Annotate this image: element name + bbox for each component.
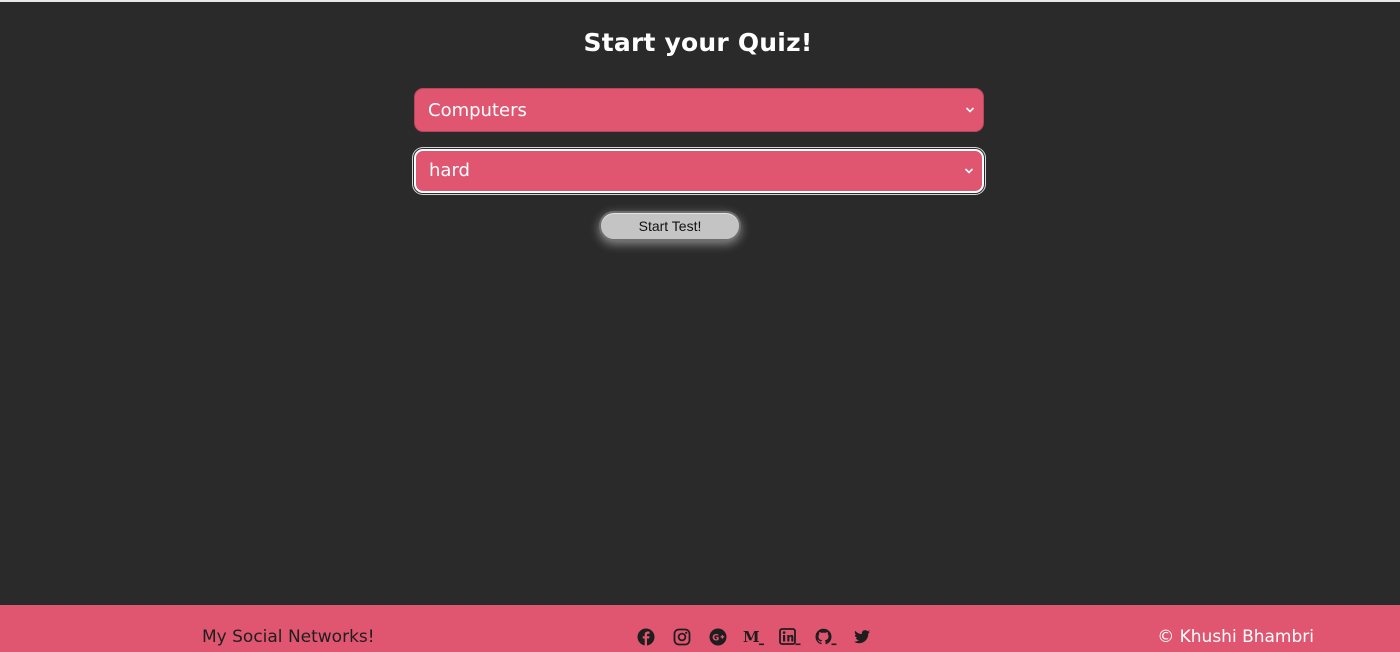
facebook-icon[interactable] bbox=[634, 627, 658, 647]
category-select-value: Computers bbox=[428, 100, 527, 121]
chevron-down-icon bbox=[964, 151, 974, 191]
instagram-icon[interactable] bbox=[670, 627, 694, 647]
copyright-text: © Khushi Bhambri bbox=[1157, 627, 1314, 647]
google-plus-icon[interactable]: G bbox=[706, 627, 730, 647]
page-title: Start your Quiz! bbox=[583, 28, 813, 57]
social-networks-label: My Social Networks! bbox=[202, 627, 375, 647]
social-icons: G M bbox=[634, 627, 874, 647]
top-border bbox=[0, 0, 1400, 2]
chevron-down-icon bbox=[965, 89, 975, 131]
github-icon[interactable] bbox=[814, 627, 838, 647]
svg-text:M: M bbox=[743, 628, 760, 646]
start-test-button[interactable]: Start Test! bbox=[599, 211, 741, 241]
medium-icon[interactable]: M bbox=[742, 627, 766, 647]
svg-text:G: G bbox=[712, 634, 719, 644]
difficulty-select[interactable]: hard bbox=[414, 149, 984, 193]
footer: My Social Networks! G M © Khushi Bhambri bbox=[0, 605, 1400, 652]
difficulty-select-value: hard bbox=[429, 160, 470, 181]
category-select[interactable]: Computers bbox=[414, 88, 984, 132]
twitter-icon[interactable] bbox=[850, 627, 874, 647]
linkedin-icon[interactable] bbox=[778, 627, 802, 647]
